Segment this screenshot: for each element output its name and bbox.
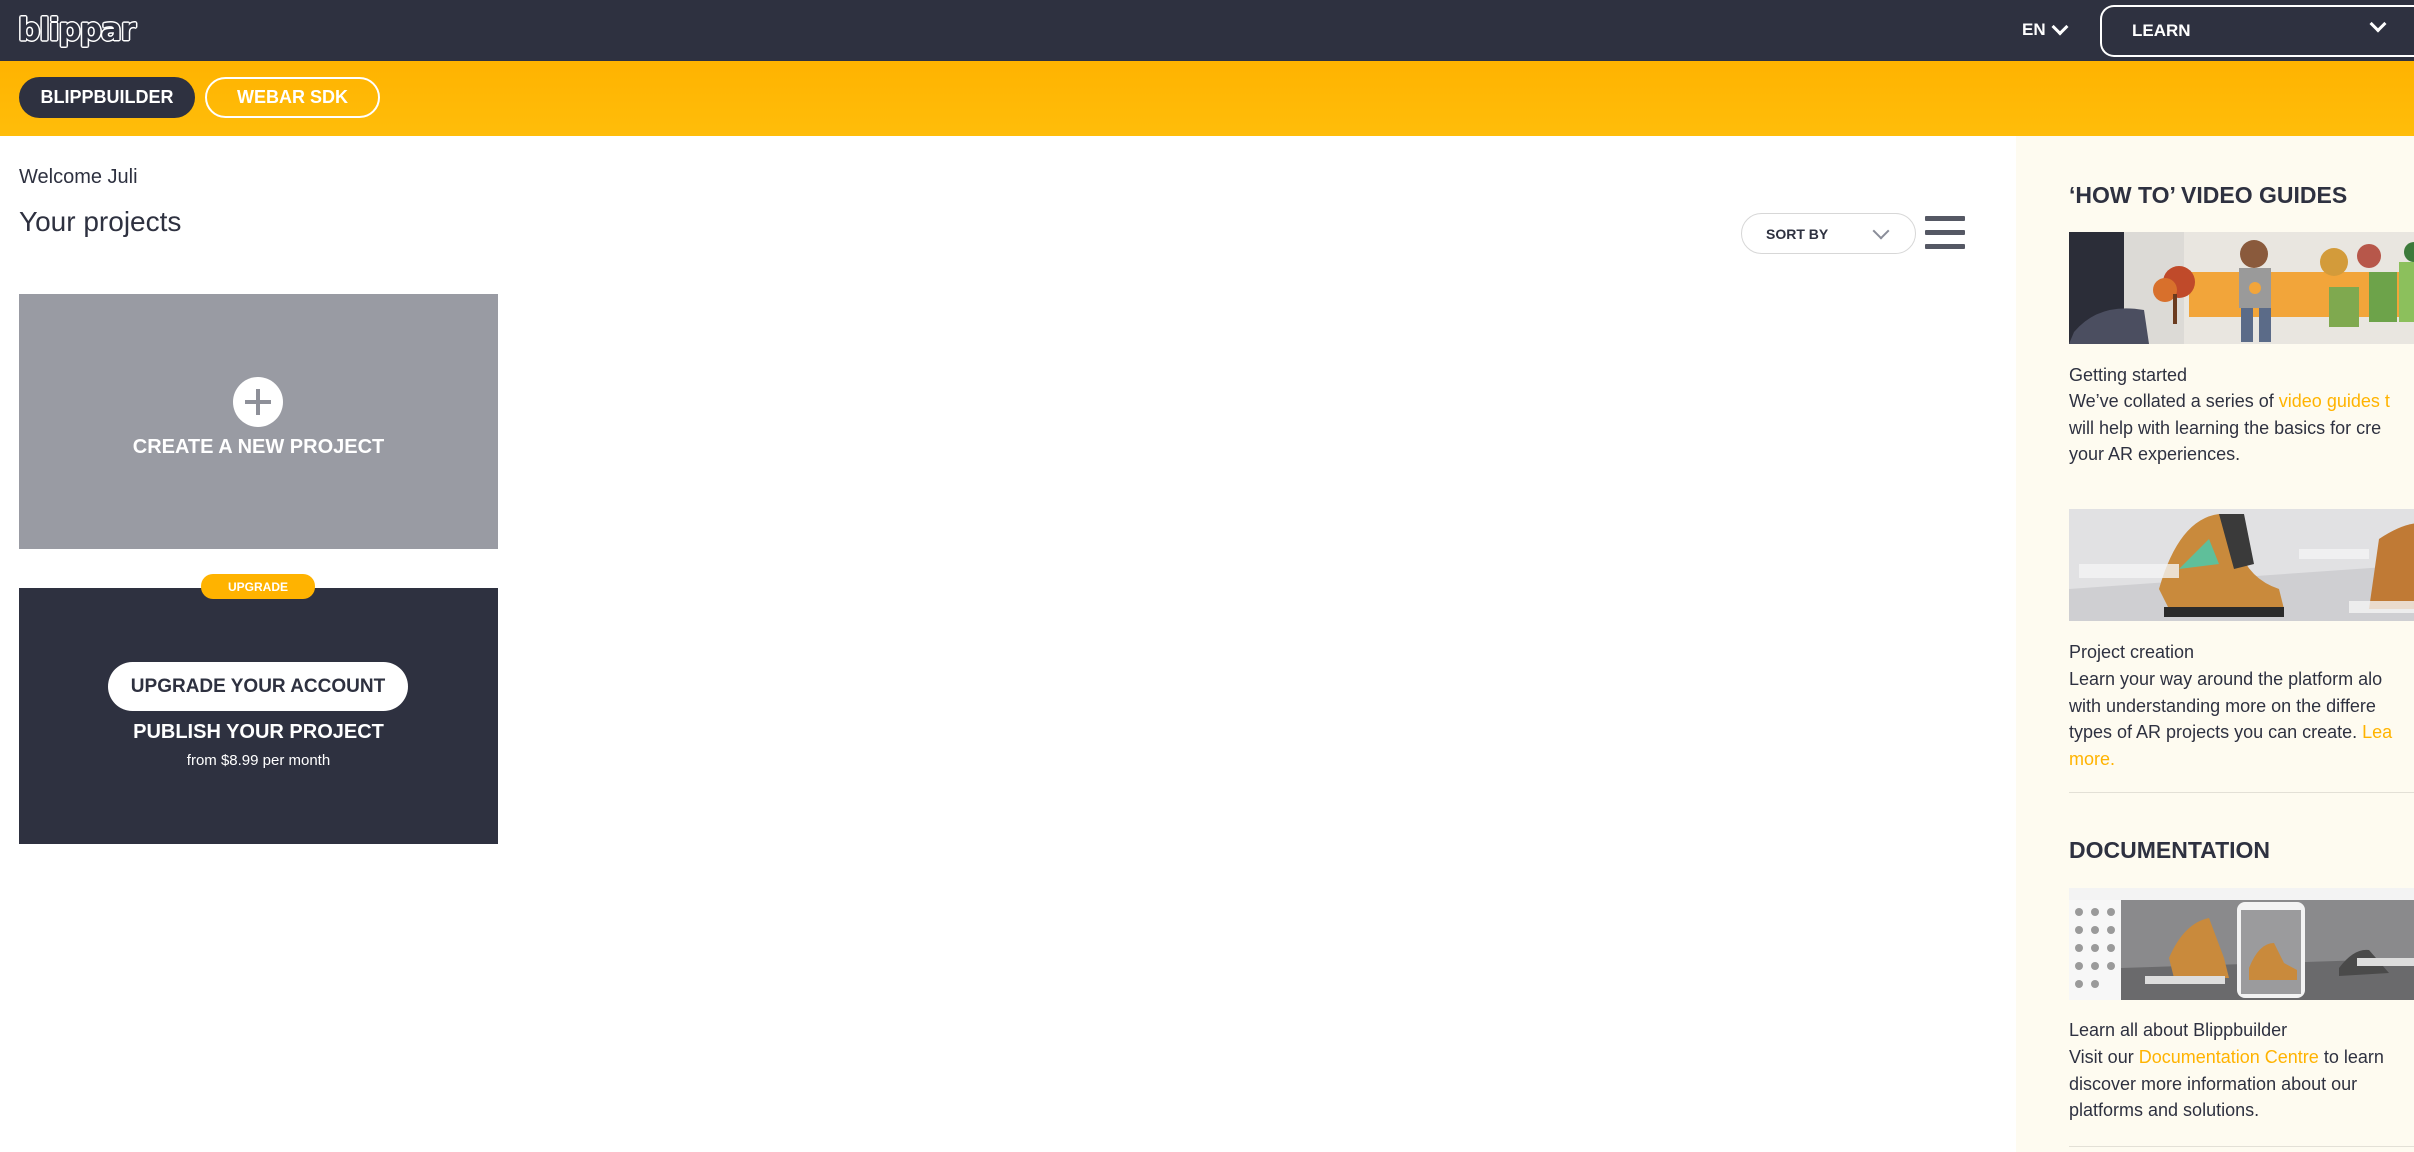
upgrade-badge: UPGRADE [201,574,315,599]
chevron-down-icon [1872,222,1890,240]
tab-webar-sdk[interactable]: WEBAR SDK [205,77,380,118]
price-label: from $8.99 per month [186,752,331,769]
blippar-logo[interactable]: blippar [18,12,136,48]
getting-started-text: We’ve collated a series of video guides … [2069,391,2390,464]
sort-by-label: SORT BY [1766,225,1829,242]
top-navbar: blippar EN LEARN [0,0,2414,61]
create-project-card[interactable]: CREATE A NEW PROJECT [19,294,498,549]
documentation-text: Visit our Documentation Centre to learn … [2069,1047,2384,1120]
upgrade-card: UPGRADE YOUR ACCOUNT PUBLISH YOUR PROJEC… [19,588,498,844]
learn-dropdown[interactable]: LEARN [2100,5,2414,57]
video-guides-heading: ‘HOW TO’ VIDEO GUIDES [2069,182,2348,208]
upgrade-account-button[interactable]: UPGRADE YOUR ACCOUNT [108,662,408,711]
getting-started-thumbnail[interactable] [2069,232,2414,344]
page-title: Your projects [19,206,182,237]
documentation-thumbnail[interactable] [2069,888,2414,1000]
documentation-heading: DOCUMENTATION [2069,837,2271,863]
getting-started-title: Getting started [2069,365,2188,385]
language-label: EN [2022,20,2046,39]
sidebar-divider [2069,1146,2414,1147]
learn-sidebar: ‘HOW TO’ VIDEO GUIDES Getting started We… [2016,136,2414,1152]
plus-icon [233,377,283,427]
welcome-text: Welcome Juli [19,166,138,188]
chevron-down-icon [2369,15,2387,33]
documentation-title: Learn all about Blippbuilder [2069,1020,2288,1040]
sidebar-divider [2069,792,2414,793]
project-creation-title: Project creation [2069,642,2195,662]
chevron-down-icon [2051,18,2069,36]
product-tab-bar: BLIPPBUILDER WEBAR SDK [0,61,2414,136]
language-selector[interactable]: EN [2022,18,2069,42]
project-creation-thumbnail[interactable] [2069,509,2414,621]
tab-blippbuilder[interactable]: BLIPPBUILDER [19,77,195,118]
learn-label: LEARN [2132,21,2191,40]
project-creation-text: Learn your way around the platform alo w… [2069,669,2393,769]
sort-by-dropdown[interactable]: SORT BY [1741,213,1916,254]
menu-icon[interactable] [1925,216,1965,250]
learn-more-link[interactable]: Lea [2362,722,2392,742]
video-guides-link[interactable]: video guides [2279,391,2380,411]
publish-project-label: PUBLISH YOUR PROJECT [133,721,384,743]
create-project-label: CREATE A NEW PROJECT [132,436,385,458]
documentation-centre-link[interactable]: Documentation Centre [2139,1047,2319,1067]
